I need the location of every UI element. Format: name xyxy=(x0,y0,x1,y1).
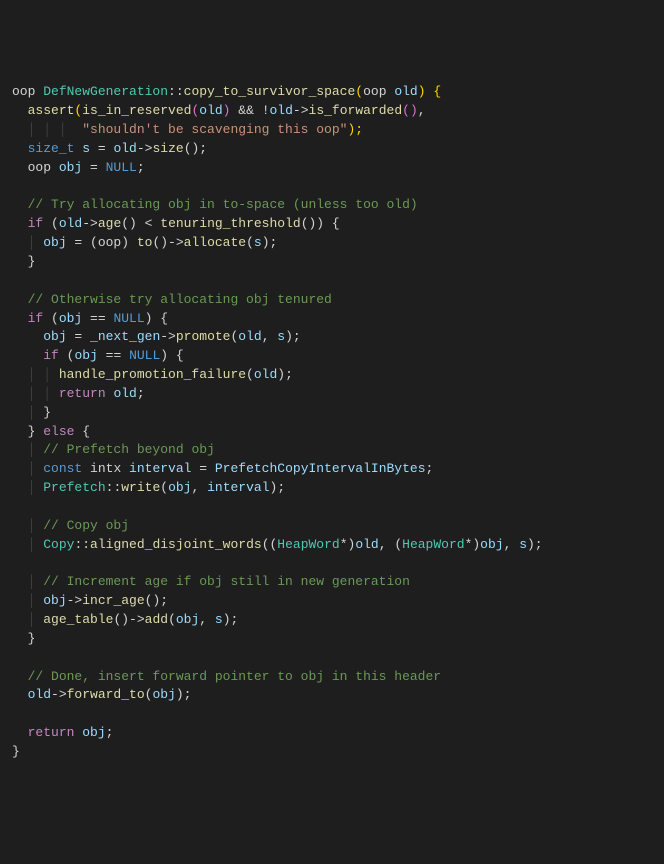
code-editor[interactable]: oop DefNewGeneration::copy_to_survivor_s… xyxy=(12,83,652,761)
code-line: │ const intx interval = PrefetchCopyInte… xyxy=(12,461,433,476)
code-line: assert(is_in_reserved(old) && !old->is_f… xyxy=(12,103,426,118)
code-line: │ obj->incr_age(); xyxy=(12,593,168,608)
code-line: size_t s = old->size(); xyxy=(12,141,207,156)
code-line: obj = _next_gen->promote(old, s); xyxy=(12,329,301,344)
code-line: │ │ return old; xyxy=(12,386,145,401)
code-line: │ │ handle_promotion_failure(old); xyxy=(12,367,293,382)
code-line: old->forward_to(obj); xyxy=(12,687,191,702)
code-line: // Done, insert forward pointer to obj i… xyxy=(12,669,441,684)
code-line: // Try allocating obj in to-space (unles… xyxy=(12,197,418,212)
code-line: │ age_table()->add(obj, s); xyxy=(12,612,238,627)
code-line: } else { xyxy=(12,424,90,439)
code-line: // Otherwise try allocating obj tenured xyxy=(12,292,332,307)
code-line: if (old->age() < tenuring_threshold()) { xyxy=(12,216,340,231)
code-line: │ // Copy obj xyxy=(12,518,129,533)
code-line: oop obj = NULL; xyxy=(12,160,145,175)
code-line: oop DefNewGeneration::copy_to_survivor_s… xyxy=(12,84,441,99)
code-line: │ Copy::aligned_disjoint_words((HeapWord… xyxy=(12,537,543,552)
code-line: } xyxy=(12,744,20,759)
code-line: │ │ │ "shouldn't be scavenging this oop"… xyxy=(12,122,363,137)
code-line: if (obj == NULL) { xyxy=(12,311,168,326)
code-line: } xyxy=(12,254,35,269)
code-line: return obj; xyxy=(12,725,113,740)
code-line: │ Prefetch::write(obj, interval); xyxy=(12,480,285,495)
code-line: │ } xyxy=(12,405,51,420)
code-line: │ obj = (oop) to()->allocate(s); xyxy=(12,235,277,250)
code-line: │ // Prefetch beyond obj xyxy=(12,442,215,457)
code-line: │ // Increment age if obj still in new g… xyxy=(12,574,410,589)
code-line: } xyxy=(12,631,35,646)
code-line: if (obj == NULL) { xyxy=(12,348,184,363)
